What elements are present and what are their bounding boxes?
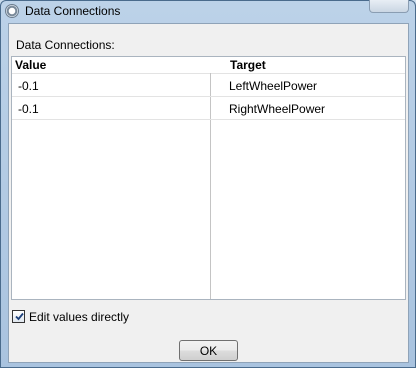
ok-button[interactable]: OK <box>179 340 238 361</box>
target-cell[interactable]: LeftWheelPower <box>229 79 317 93</box>
close-button[interactable] <box>369 0 409 13</box>
section-label: Data Connections: <box>16 38 115 52</box>
column-header-value[interactable]: Value <box>15 58 46 72</box>
data-connections-grid[interactable]: Value Target -0.1 LeftWheelPower -0.1 Ri… <box>11 56 406 300</box>
value-cell[interactable]: -0.1 <box>18 102 39 116</box>
dialog-content: Data Connections: Value Target -0.1 Left… <box>8 23 409 363</box>
edit-values-checkbox[interactable] <box>12 310 25 323</box>
table-row[interactable]: -0.1 LeftWheelPower <box>12 74 405 97</box>
target-cell[interactable]: RightWheelPower <box>229 102 325 116</box>
window-title: Data Connections <box>25 4 121 18</box>
grid-header: Value Target <box>12 57 405 74</box>
edit-values-label: Edit values directly <box>29 310 130 324</box>
table-row[interactable]: -0.1 RightWheelPower <box>12 97 405 120</box>
gear-icon <box>5 4 19 18</box>
value-cell[interactable]: -0.1 <box>18 79 39 93</box>
column-header-target[interactable]: Target <box>230 58 266 72</box>
checkmark-icon <box>15 312 24 321</box>
title-bar[interactable]: Data Connections <box>1 0 415 23</box>
dialog-window: Data Connections Data Connections: Value… <box>0 0 416 368</box>
